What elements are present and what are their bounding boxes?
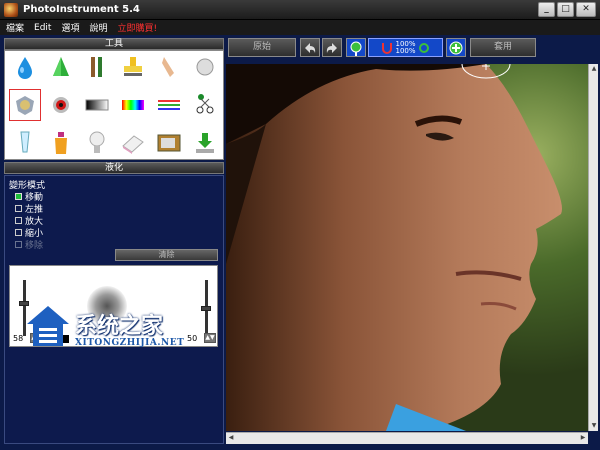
original-button[interactable]: 原始 bbox=[228, 38, 296, 57]
liquify-settings: 變形模式 移動 左推 放大 縮小 移除 清除 大小 硬度 58 50 ▲▼ 系统… bbox=[4, 175, 224, 444]
brush-pencil-icon[interactable] bbox=[83, 53, 111, 81]
house-logo-icon bbox=[27, 306, 69, 346]
left-panel: 工具 液化 變形模式 移動 左推 放大 縮小 移除 清除 大小 硬度 58 50… bbox=[4, 38, 224, 444]
undo-icon bbox=[305, 42, 316, 53]
mode-enlarge-checkbox[interactable] bbox=[15, 217, 22, 224]
zoom-level-bottom: 100% bbox=[395, 46, 416, 55]
eraser-icon[interactable] bbox=[119, 129, 147, 157]
zoom-out-icon bbox=[449, 41, 463, 54]
menu-buy-now[interactable]: 立即購買! bbox=[117, 21, 157, 34]
window-title: PhotoInstrument 5.4 bbox=[23, 4, 140, 15]
liquify-panel: 液化 變形模式 移動 左推 放大 縮小 移除 清除 大小 硬度 58 50 ▲▼… bbox=[4, 162, 224, 444]
close-button[interactable]: ✕ bbox=[576, 2, 596, 17]
mode-push-left-checkbox[interactable] bbox=[15, 205, 22, 212]
clear-button[interactable]: 清除 bbox=[115, 249, 218, 261]
cone-icon[interactable] bbox=[47, 53, 75, 81]
mode-shrink-checkbox[interactable] bbox=[15, 229, 22, 236]
scroll-up-icon[interactable]: ▲ bbox=[589, 64, 599, 74]
minimize-button[interactable]: _ bbox=[538, 2, 555, 17]
zoom-in-button[interactable] bbox=[346, 38, 366, 57]
zoom-magnet-icon bbox=[382, 42, 393, 54]
zoom-arrows-icon bbox=[418, 42, 429, 53]
finger-smudge-icon[interactable] bbox=[155, 53, 183, 81]
size-value: 58 bbox=[13, 334, 24, 343]
tv-icon[interactable] bbox=[155, 129, 183, 157]
zoom-out-button[interactable] bbox=[446, 38, 466, 57]
mode-move-checkbox[interactable] bbox=[15, 193, 22, 200]
lines-icon[interactable] bbox=[155, 91, 183, 119]
liquify-header: 液化 bbox=[4, 162, 224, 174]
mode-remove-label: 移除 bbox=[25, 241, 44, 251]
app-icon bbox=[4, 2, 18, 17]
image-canvas[interactable] bbox=[226, 64, 588, 431]
water-drop-icon[interactable] bbox=[11, 53, 39, 81]
scroll-right-icon[interactable]: ▶ bbox=[578, 433, 588, 443]
scroll-left-icon[interactable]: ◀ bbox=[226, 433, 236, 443]
undo-button[interactable] bbox=[300, 38, 320, 57]
horizontal-scrollbar[interactable]: ◀ ▶ bbox=[226, 432, 588, 444]
scroll-down-icon[interactable]: ▼ bbox=[589, 421, 599, 431]
eye-icon[interactable] bbox=[47, 91, 75, 119]
size-label: 大小 bbox=[11, 269, 30, 279]
redo-icon bbox=[326, 42, 337, 53]
zoom-in-icon bbox=[350, 41, 362, 56]
eraser-ball-icon[interactable] bbox=[191, 53, 219, 81]
zoom-level-display[interactable]: 100% 100% bbox=[368, 38, 443, 57]
scissors-icon[interactable] bbox=[191, 89, 219, 117]
hardness-label: 硬度 bbox=[197, 269, 216, 279]
watermark-text: 系统之家 bbox=[75, 314, 164, 339]
tools-grid bbox=[4, 50, 224, 160]
image-toolbar: 原始 100% 100% 套用 bbox=[228, 38, 598, 58]
watermark: 系统之家 XITONGZHIJIA.NET bbox=[23, 300, 218, 360]
rainbow-icon[interactable] bbox=[119, 91, 147, 119]
gradient-icon[interactable] bbox=[83, 91, 111, 119]
menu-help[interactable]: 說明 bbox=[89, 21, 107, 34]
download-icon[interactable] bbox=[191, 129, 219, 157]
tools-header: 工具 bbox=[4, 38, 224, 50]
vertical-scrollbar[interactable]: ▲ ▼ bbox=[588, 64, 598, 431]
portrait-photo bbox=[226, 64, 588, 431]
redo-button[interactable] bbox=[322, 38, 342, 57]
menu-bar: 檔案 Edit 選項 說明 立即購買! bbox=[0, 20, 600, 35]
mode-remove-option: 移除 bbox=[15, 238, 43, 251]
menu-edit[interactable]: Edit bbox=[34, 23, 51, 33]
liquify-icon[interactable] bbox=[9, 89, 41, 121]
bottle-icon[interactable] bbox=[47, 129, 75, 157]
window-controls: _ □ ✕ bbox=[538, 2, 596, 17]
test-tube-icon[interactable] bbox=[11, 129, 39, 157]
bulb-icon[interactable] bbox=[83, 129, 111, 157]
title-bar: PhotoInstrument 5.4 _ □ ✕ bbox=[0, 0, 600, 20]
menu-options[interactable]: 選項 bbox=[61, 21, 79, 34]
stamp-icon[interactable] bbox=[119, 53, 147, 81]
apply-button[interactable]: 套用 bbox=[470, 38, 536, 57]
maximize-button[interactable]: □ bbox=[557, 2, 574, 17]
watermark-url: XITONGZHIJIA.NET bbox=[75, 338, 185, 348]
mode-remove-checkbox bbox=[15, 241, 22, 248]
menu-file[interactable]: 檔案 bbox=[6, 21, 24, 34]
